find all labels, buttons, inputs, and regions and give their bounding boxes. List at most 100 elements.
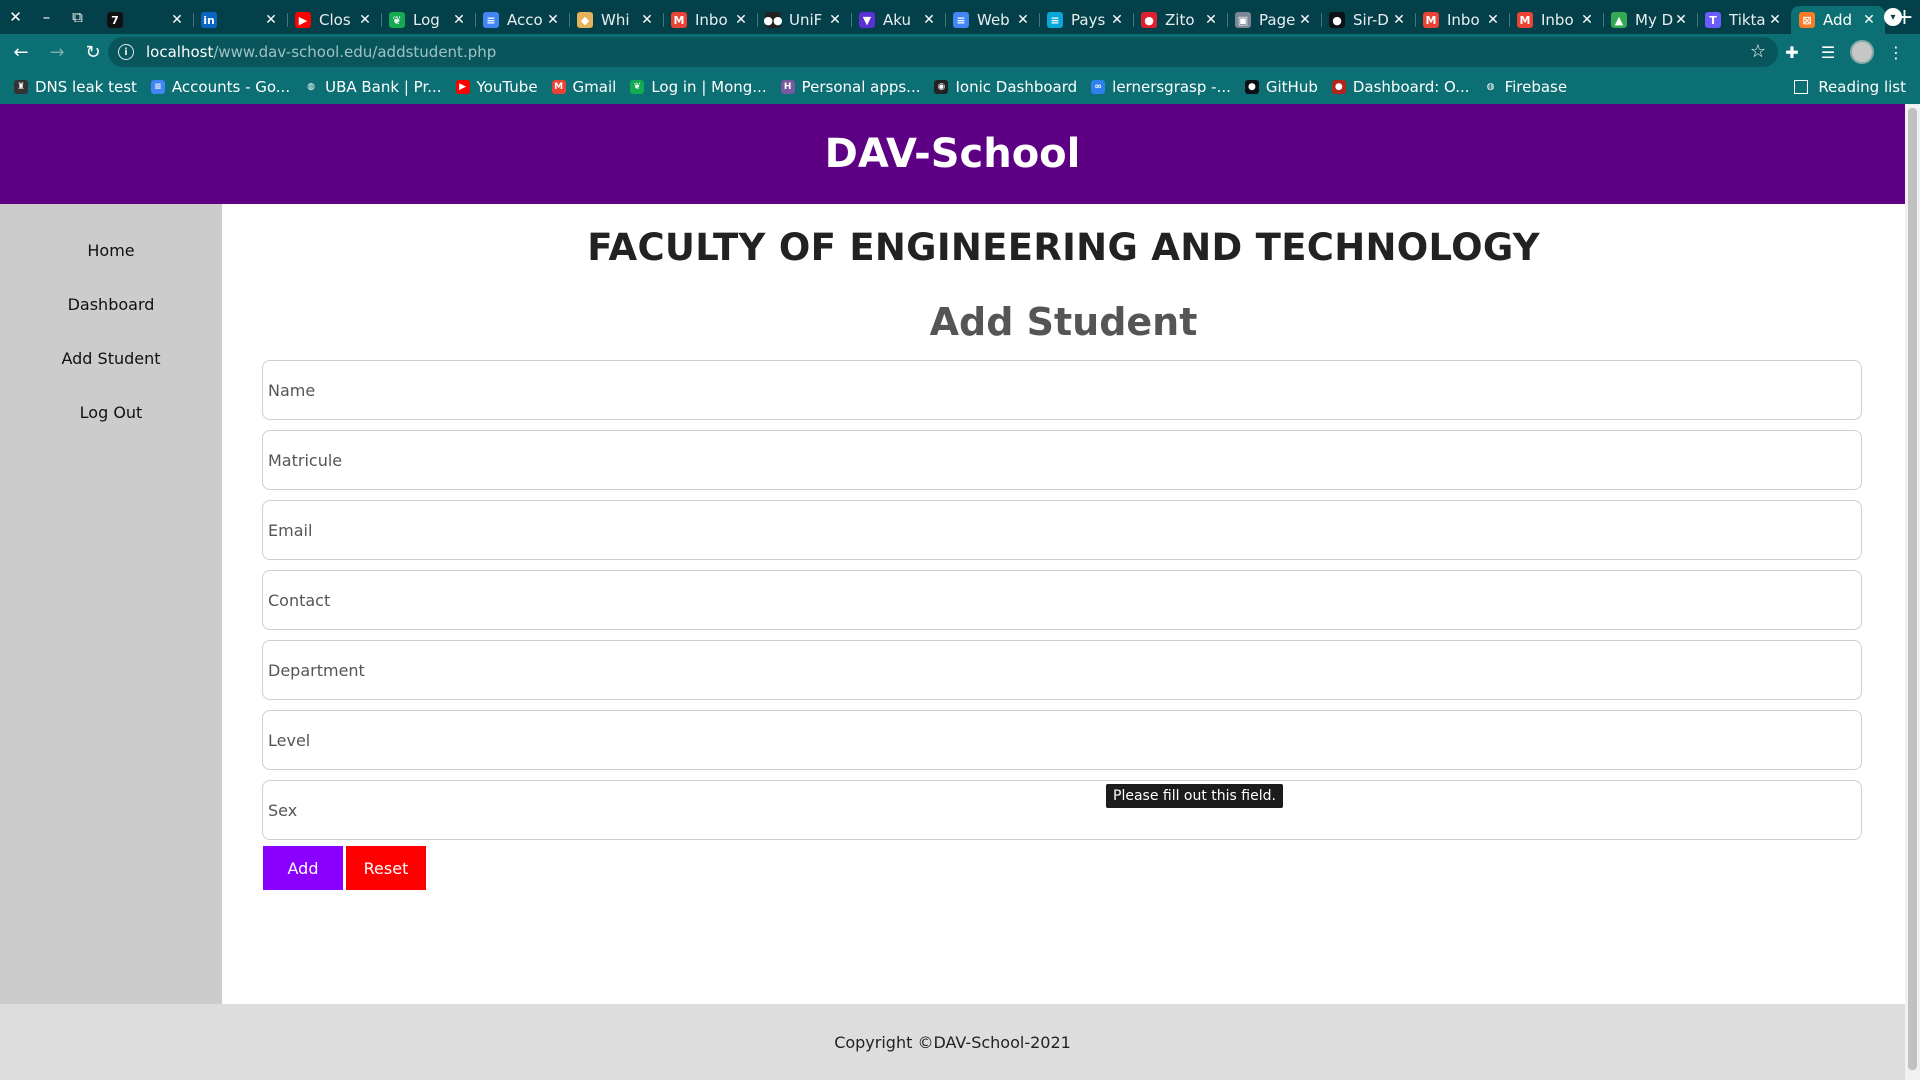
add-button[interactable]: Add: [263, 846, 343, 890]
address-bar[interactable]: i localhost/www.dav-school.edu/addstuden…: [108, 37, 1778, 67]
heroku-icon: H: [780, 80, 795, 94]
tiktalk-icon: T: [1705, 12, 1721, 28]
tab-close-icon[interactable]: ✕: [545, 12, 561, 28]
tab-close-icon[interactable]: ✕: [921, 12, 937, 28]
bookmark-item[interactable]: ◉ Ionic Dashboard: [934, 78, 1077, 96]
url-text: localhost/www.dav-school.edu/addstudent.…: [146, 43, 496, 61]
tab-close-icon[interactable]: ✕: [1485, 12, 1501, 28]
bookmark-item[interactable]: ❦ Log in | Mong...: [630, 78, 767, 96]
browser-tab[interactable]: M Inbo ✕: [663, 6, 757, 34]
browser-tab[interactable]: in ✕: [193, 6, 287, 34]
bookmark-item[interactable]: ♜ DNS leak test: [14, 78, 137, 96]
close-window-icon[interactable]: ✕: [0, 0, 31, 34]
reading-list-button[interactable]: Reading list: [1794, 70, 1906, 104]
scrollbar-thumb[interactable]: [1908, 108, 1917, 1070]
browser-tab[interactable]: ❦ Log ✕: [381, 6, 475, 34]
bookmark-item[interactable]: ∞ lernersgrasp -...: [1091, 78, 1231, 96]
browser-tab[interactable]: 7 ✕: [99, 6, 193, 34]
bookmark-label: DNS leak test: [35, 78, 137, 96]
reload-icon[interactable]: ↻: [78, 37, 108, 67]
tab-close-icon[interactable]: ✕: [451, 12, 467, 28]
tab-close-icon[interactable]: ✕: [169, 12, 185, 28]
tab-title: Tikta: [1729, 11, 1766, 29]
tab-close-icon[interactable]: ✕: [357, 12, 373, 28]
bookmark-item[interactable]: ▶ YouTube: [455, 78, 538, 96]
browser-tab[interactable]: ● Zito ✕: [1133, 6, 1227, 34]
email-input[interactable]: [262, 500, 1862, 560]
browser-tab[interactable]: ▶ Clos ✕: [287, 6, 381, 34]
bookmark-label: YouTube: [476, 78, 538, 96]
media-queue-icon[interactable]: ☰: [1814, 38, 1842, 66]
tab-title: Zito: [1165, 11, 1195, 29]
sidebar-item-dashboard[interactable]: Dashboard: [0, 278, 222, 332]
t7-icon: 7: [107, 12, 123, 28]
tab-close-icon[interactable]: ✕: [1015, 12, 1031, 28]
browser-tab[interactable]: T Tikta ✕: [1697, 6, 1791, 34]
tab-close-icon[interactable]: ✕: [1203, 12, 1219, 28]
extensions-icon[interactable]: ✚: [1778, 38, 1806, 66]
tab-search-icon[interactable]: ▾: [1884, 8, 1902, 26]
tab-close-icon[interactable]: ✕: [1297, 12, 1313, 28]
sidebar-item-home[interactable]: Home: [0, 224, 222, 278]
bookmark-item[interactable]: ◍ UBA Bank | Pr...: [304, 78, 442, 96]
browser-tab[interactable]: ▲ My D ✕: [1603, 6, 1697, 34]
kebab-menu-icon[interactable]: ⋮: [1882, 38, 1910, 66]
browser-tab[interactable]: ⊠ Add ✕: [1791, 6, 1885, 34]
tab-close-icon[interactable]: ✕: [1391, 12, 1407, 28]
gmail-icon: M: [1517, 12, 1533, 28]
tab-close-icon[interactable]: ✕: [733, 12, 749, 28]
browser-tab[interactable]: ▼ Aku ✕: [851, 6, 945, 34]
tab-list: 7 ✕ in ✕ ▶ Clos ✕ ❦ Log ✕ ≡ Acco ✕ ◆ Whi ✕ M Inbo ✕ ●● UniF ✕…: [99, 0, 1885, 34]
level-input[interactable]: [262, 710, 1862, 770]
site-info-icon[interactable]: i: [118, 44, 134, 60]
page-scrollbar[interactable]: [1905, 104, 1920, 1080]
browser-tab[interactable]: ≡ Web ✕: [945, 6, 1039, 34]
tab-close-icon[interactable]: ✕: [1673, 12, 1689, 28]
site-header: DAV-School: [0, 104, 1905, 204]
browser-tab[interactable]: ≡ Pays ✕: [1039, 6, 1133, 34]
linkedin-icon: in: [201, 12, 217, 28]
sidebar-item-add-student[interactable]: Add Student: [0, 332, 222, 386]
profile-avatar[interactable]: [1850, 40, 1874, 64]
tab-close-icon[interactable]: ✕: [1109, 12, 1125, 28]
browser-tab[interactable]: ▣ Page ✕: [1227, 6, 1321, 34]
minimize-window-icon[interactable]: –: [31, 0, 62, 34]
bookmark-item[interactable]: ≡ Accounts - Go...: [150, 78, 290, 96]
copyright-text: Copyright ©DAV-School-2021: [834, 1032, 1071, 1052]
browser-tab[interactable]: ◆ Whi ✕: [569, 6, 663, 34]
sidebar-item-log-out[interactable]: Log Out: [0, 386, 222, 440]
bookmark-item[interactable]: H Personal apps...: [780, 78, 920, 96]
browser-tab[interactable]: ●● UniF ✕: [757, 6, 851, 34]
reset-button[interactable]: Reset: [346, 846, 426, 890]
tab-title: Inbo: [1541, 11, 1574, 29]
bookmark-label: Dashboard: O...: [1352, 78, 1470, 96]
browser-tab[interactable]: M Inbo ✕: [1415, 6, 1509, 34]
browser-tab[interactable]: ≡ Acco ✕: [475, 6, 569, 34]
contact-input[interactable]: [262, 570, 1862, 630]
tab-close-icon[interactable]: ✕: [639, 12, 655, 28]
bookmark-item[interactable]: M Gmail: [551, 78, 617, 96]
bookmark-label: Gmail: [572, 78, 617, 96]
bookmark-item[interactable]: ● Dashboard: O...: [1331, 78, 1470, 96]
bookmark-star-icon[interactable]: ☆: [1750, 41, 1766, 62]
tab-close-icon[interactable]: ✕: [1579, 12, 1595, 28]
tab-close-icon[interactable]: ✕: [827, 12, 843, 28]
tab-close-icon[interactable]: ✕: [263, 12, 279, 28]
department-input[interactable]: [262, 640, 1862, 700]
bookmark-label: Ionic Dashboard: [955, 78, 1078, 96]
loop-icon: ∞: [1091, 80, 1106, 94]
youtube-icon: ▶: [455, 80, 470, 94]
tab-close-icon[interactable]: ✕: [1767, 12, 1783, 28]
forward-icon[interactable]: →: [42, 37, 72, 67]
bookmark-item[interactable]: ● GitHub: [1244, 78, 1318, 96]
back-icon[interactable]: ←: [6, 37, 36, 67]
restore-window-icon[interactable]: ⧉: [62, 0, 93, 34]
tab-close-icon[interactable]: ✕: [1861, 12, 1877, 28]
browser-tab[interactable]: M Inbo ✕: [1509, 6, 1603, 34]
browser-tab[interactable]: ● Sir-D ✕: [1321, 6, 1415, 34]
matricule-input[interactable]: [262, 430, 1862, 490]
name-input[interactable]: [262, 360, 1862, 420]
sex-input[interactable]: [262, 780, 1862, 840]
bookmark-item[interactable]: ◍ Firebase: [1483, 78, 1567, 96]
tab-title: Clos: [319, 11, 351, 29]
